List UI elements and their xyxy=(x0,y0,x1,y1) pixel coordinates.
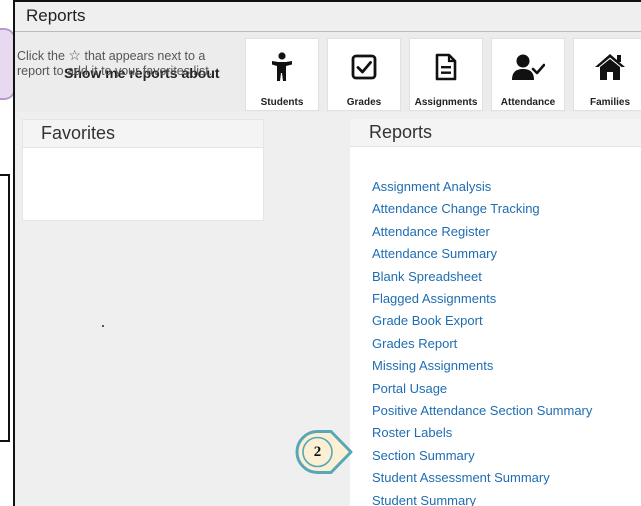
category-label: Students xyxy=(260,97,304,108)
step-pointer-badge: 2 xyxy=(284,427,354,477)
report-link[interactable]: Section Summary xyxy=(372,445,592,467)
report-link[interactable]: Attendance Summary xyxy=(372,243,592,265)
report-link[interactable]: Student Assessment Summary xyxy=(372,467,592,489)
reports-panel: Reports Assignment Analysis Attendance C… xyxy=(350,119,641,506)
category-assignments-button[interactable]: Assignments xyxy=(409,38,483,111)
reports-header: Reports xyxy=(350,119,641,147)
report-link[interactable]: Attendance Register xyxy=(372,221,592,243)
report-link[interactable]: Student Summary xyxy=(372,490,592,506)
category-students-button[interactable]: Students xyxy=(245,38,319,111)
window-title: Reports xyxy=(26,6,86,25)
favorites-help-text: Click the ☆ that appears next to a repor… xyxy=(17,48,239,79)
report-link[interactable]: Roster Labels xyxy=(372,422,592,444)
instruction-box xyxy=(0,174,10,442)
favorites-help-before: Click the xyxy=(17,49,65,63)
home-icon xyxy=(574,51,641,83)
favorites-panel: Favorites xyxy=(22,119,264,221)
category-attendance-button[interactable]: Attendance xyxy=(491,38,565,111)
category-label: Families xyxy=(589,97,631,108)
report-link[interactable]: Flagged Assignments xyxy=(372,288,592,310)
report-link[interactable]: Positive Attendance Section Summary xyxy=(372,400,592,422)
reports-title: Reports xyxy=(369,122,433,142)
user-check-icon xyxy=(492,51,564,83)
report-link[interactable]: Missing Assignments xyxy=(372,355,592,377)
report-list: Assignment Analysis Attendance Change Tr… xyxy=(372,176,592,506)
report-link[interactable]: Attendance Change Tracking xyxy=(372,198,592,220)
checkbox-icon xyxy=(328,51,400,83)
report-link[interactable]: Portal Usage xyxy=(372,378,592,400)
report-link[interactable]: Grade Book Export xyxy=(372,310,592,332)
report-link[interactable]: Blank Spreadsheet xyxy=(372,266,592,288)
category-families-button[interactable]: Families xyxy=(573,38,641,111)
report-link[interactable]: Grades Report xyxy=(372,333,592,355)
category-grades-button[interactable]: Grades xyxy=(327,38,401,111)
step-number: 2 xyxy=(313,444,322,460)
favorites-header: Favorites xyxy=(23,120,263,148)
category-label: Grades xyxy=(346,97,382,108)
stray-mark xyxy=(102,325,104,327)
category-label: Assignments xyxy=(414,97,478,108)
favorites-title: Favorites xyxy=(41,123,116,143)
category-label: Attendance xyxy=(500,97,556,108)
report-link[interactable]: Assignment Analysis xyxy=(372,176,592,198)
student-icon xyxy=(246,51,318,83)
document-icon xyxy=(410,51,482,83)
star-icon: ☆ xyxy=(68,47,81,63)
